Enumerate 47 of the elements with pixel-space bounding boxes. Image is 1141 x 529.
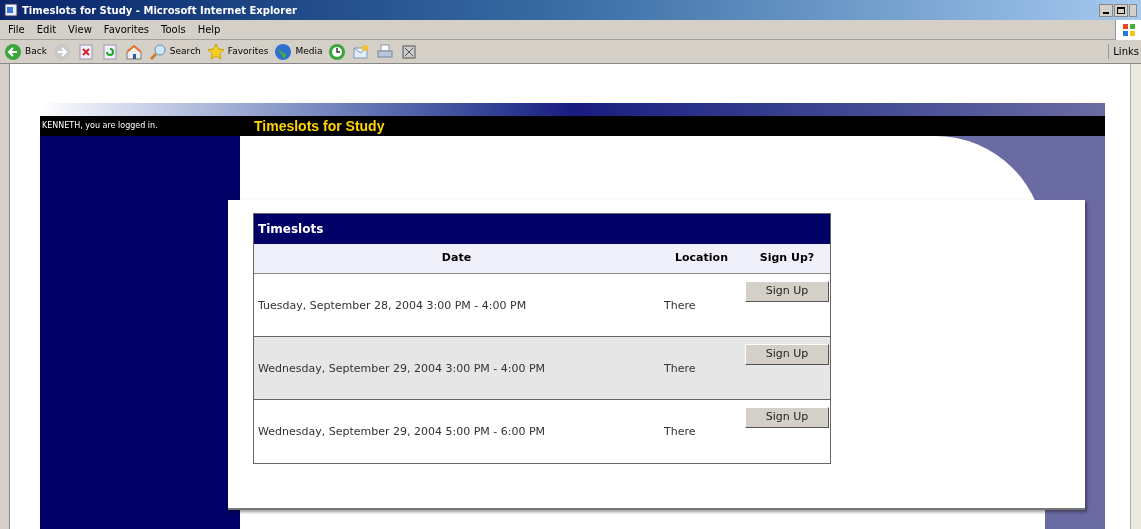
browser-icon xyxy=(4,3,18,17)
search-button[interactable]: Search xyxy=(148,42,201,61)
back-button[interactable]: Back xyxy=(4,42,47,61)
search-icon xyxy=(148,42,167,61)
refresh-icon xyxy=(100,42,119,61)
table-cell-text: There xyxy=(663,424,697,440)
refresh-button[interactable] xyxy=(100,42,119,61)
maximize-button[interactable] xyxy=(1114,3,1128,17)
scrollbar[interactable] xyxy=(1130,64,1141,529)
house-icon xyxy=(124,42,143,61)
home-button[interactable] xyxy=(124,42,143,61)
edit-button[interactable] xyxy=(400,42,419,61)
table-cell-text: Tuesday, September 28, 2004 3:00 PM - 4:00 PM xyxy=(257,298,528,314)
stop-button[interactable] xyxy=(76,42,95,61)
menu-item[interactable]: View xyxy=(68,22,92,37)
sign-up-button[interactable]: Sign Up xyxy=(745,407,829,428)
sign-up-button[interactable]: Sign Up xyxy=(745,281,829,302)
links-label[interactable]: Links xyxy=(1108,44,1141,59)
login-status: KENNETH, you are logged in. xyxy=(41,120,159,132)
edit-icon xyxy=(400,42,419,61)
column-header: Date xyxy=(440,250,473,267)
globe-icon xyxy=(274,42,293,61)
media-button[interactable]: Media xyxy=(274,42,323,61)
window-title: Timeslots for Study - Microsoft Internet Explorer xyxy=(22,3,297,18)
table-cell-text: There xyxy=(663,361,697,377)
menu-item[interactable]: Tools xyxy=(161,22,186,37)
page-heading: Timeslots for Study xyxy=(254,116,385,136)
menu-item[interactable]: File xyxy=(8,22,25,37)
column-header: Sign Up? xyxy=(758,250,816,267)
table-cell-text: Wednesday, September 29, 2004 5:00 PM - 6:00 PM xyxy=(257,424,547,440)
column-header: Location xyxy=(674,250,729,267)
table-cell-text: There xyxy=(663,298,697,314)
minimize-button[interactable] xyxy=(1099,3,1113,17)
stop-icon xyxy=(76,42,95,61)
favorites-button[interactable]: Favorites xyxy=(206,42,269,61)
sign-up-button[interactable]: Sign Up xyxy=(745,344,829,365)
history-button[interactable] xyxy=(328,42,347,61)
table-cell-text: Wednesday, September 29, 2004 3:00 PM - 4:00 PM xyxy=(257,361,547,377)
menu-item[interactable]: Favorites xyxy=(103,22,149,37)
menu-item[interactable]: Help xyxy=(197,22,221,37)
table-title: Timeslots xyxy=(254,214,830,244)
printer-icon xyxy=(376,42,395,61)
envelope-icon xyxy=(352,42,371,61)
clock-icon xyxy=(328,42,347,61)
print-button[interactable] xyxy=(376,42,395,61)
menu-item[interactable]: Edit xyxy=(36,22,57,37)
star-icon xyxy=(206,42,225,61)
